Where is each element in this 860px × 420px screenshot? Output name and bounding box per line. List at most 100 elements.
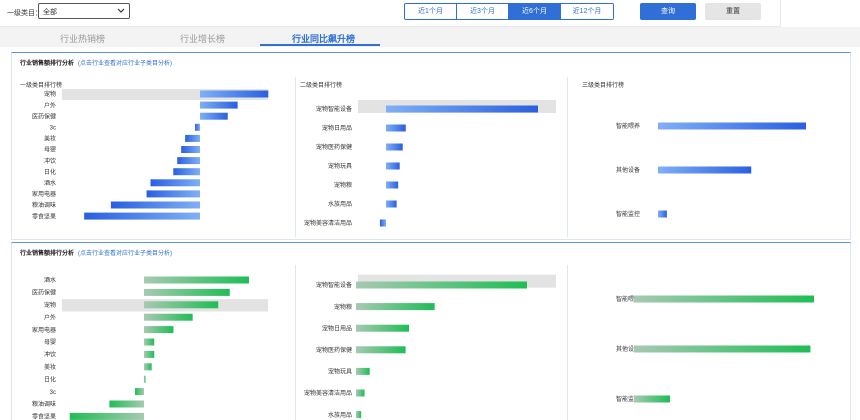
query-button[interactable]: 查询 <box>640 3 696 20</box>
category-label[interactable]: 母婴 <box>44 147 56 154</box>
section-hint-link[interactable]: (点击行业查看对应行业子类目分析) <box>78 61 172 67</box>
chart-bar[interactable] <box>144 313 193 321</box>
chevron-down-icon <box>117 8 125 13</box>
category-label[interactable]: 家用电器 <box>32 326 56 334</box>
category-label[interactable]: 宠物智能设备 <box>316 105 352 113</box>
chart-bar[interactable] <box>69 412 144 420</box>
tab-hot-sales[interactable]: 行业热销榜 <box>60 32 105 45</box>
time-range-6m[interactable]: 近6个月 <box>509 4 561 19</box>
chart-bar[interactable] <box>356 346 406 354</box>
category-label[interactable]: 零食坚果 <box>32 413 56 420</box>
category-label[interactable]: 宠物 <box>44 90 56 98</box>
chart-bar[interactable] <box>135 388 144 396</box>
category-label[interactable]: 宠物美容清洁用品 <box>304 219 352 227</box>
category-label[interactable]: 宠物粮 <box>334 181 352 189</box>
category-label[interactable]: 冲饮 <box>44 157 56 165</box>
category-label[interactable]: 医药保健 <box>32 112 56 120</box>
category-label[interactable]: 家用电器 <box>32 190 56 198</box>
category-label[interactable]: 酒水 <box>44 276 56 284</box>
chart-bar[interactable] <box>181 146 200 153</box>
category-label[interactable]: 水族用品 <box>328 411 352 419</box>
category-label[interactable]: 美妆 <box>44 135 56 143</box>
chart-bar[interactable] <box>144 375 146 383</box>
chart-bar[interactable] <box>658 122 806 130</box>
category-label[interactable]: 宠物美容清洁用品 <box>304 389 352 397</box>
category-label[interactable]: 美妆 <box>44 363 56 371</box>
category-label[interactable]: 医药保健 <box>32 289 56 297</box>
chart-bar[interactable] <box>84 212 200 220</box>
category-label[interactable]: 宠物粮 <box>334 303 352 311</box>
chart-bar[interactable] <box>173 168 200 176</box>
chart-bar[interactable] <box>356 324 410 332</box>
chart-bar[interactable] <box>144 338 155 346</box>
category-label[interactable]: 3c <box>50 126 56 132</box>
time-range-12m[interactable]: 近12个月 <box>561 4 613 19</box>
chart-bar[interactable] <box>634 295 814 303</box>
chart-bar[interactable] <box>144 288 230 296</box>
chart-bar[interactable] <box>658 166 752 174</box>
reset-button[interactable]: 重置 <box>705 3 761 20</box>
chart-bar[interactable] <box>200 90 269 98</box>
category-label[interactable]: 宠物玩具 <box>328 162 352 170</box>
category-label[interactable]: 智能喂养 <box>616 122 640 130</box>
chart-bar[interactable] <box>200 101 238 109</box>
chart-bar[interactable] <box>356 389 365 397</box>
category-label[interactable]: 宠物医药保健 <box>316 143 352 151</box>
category-label[interactable]: 3c <box>50 390 56 396</box>
category-label[interactable]: 母婴 <box>44 339 56 346</box>
chart-bar[interactable] <box>386 143 403 151</box>
chart-bar[interactable] <box>144 350 155 358</box>
chart-bar[interactable] <box>386 162 400 170</box>
ranking-tabs: 行业热销榜 行业增长榜 行业同比飙升榜 <box>0 27 860 47</box>
chart-bar[interactable] <box>379 219 386 227</box>
section-title: 行业销售额排行分析 (点击行业查看对应行业子类目分析) <box>20 248 172 257</box>
category-label[interactable]: 水族用品 <box>328 200 352 208</box>
chart-bar[interactable] <box>386 124 406 132</box>
chart-bar[interactable] <box>177 157 200 165</box>
chart-bar[interactable] <box>110 201 200 209</box>
chart-bar[interactable] <box>144 276 249 284</box>
chart-bar[interactable] <box>356 411 362 419</box>
chart-bar[interactable] <box>144 326 174 334</box>
section-hint-link[interactable]: (点击行业查看对应行业子类目分析) <box>78 251 172 257</box>
category-label[interactable]: 宠物日用品 <box>322 124 352 132</box>
ranking-panel-2: 宠物智能设备宠物粮宠物日用品宠物医药保健宠物玩具宠物美容清洁用品水族用品 <box>300 267 560 420</box>
category-label[interactable]: 其他设备 <box>616 166 640 174</box>
chart-bar[interactable] <box>146 190 200 198</box>
category-label[interactable]: 粮油调味 <box>32 201 56 209</box>
chart-bar[interactable] <box>386 105 538 113</box>
chart-bar[interactable] <box>658 210 667 218</box>
category-label[interactable]: 零食坚果 <box>32 212 56 220</box>
category-label[interactable]: 宠物玩具 <box>328 368 352 376</box>
category-label[interactable]: 宠物 <box>44 301 56 309</box>
category-label[interactable]: 户外 <box>44 101 56 109</box>
chart-bar[interactable] <box>634 395 670 403</box>
time-range-1m[interactable]: 近1个月 <box>405 4 457 19</box>
chart-bar[interactable] <box>386 200 397 208</box>
chart-bar[interactable] <box>356 303 435 311</box>
chart-bar[interactable] <box>144 301 219 309</box>
chart-bar[interactable] <box>356 367 370 375</box>
chart-bar[interactable] <box>634 345 811 353</box>
chart-bar[interactable] <box>185 134 200 142</box>
chart-bar[interactable] <box>195 123 200 131</box>
category-label[interactable]: 智能监控 <box>616 210 640 218</box>
category-label[interactable]: 户外 <box>44 313 56 321</box>
chart-bar[interactable] <box>150 179 201 187</box>
category-label[interactable]: 粮油调味 <box>32 400 56 408</box>
category-select[interactable]: 全部 <box>38 3 130 19</box>
category-label[interactable]: 日化 <box>44 168 56 176</box>
time-range-3m[interactable]: 近3个月 <box>457 4 509 19</box>
tab-growth[interactable]: 行业增长榜 <box>180 32 225 45</box>
chart-bar[interactable] <box>356 281 527 289</box>
category-label[interactable]: 宠物智能设备 <box>316 281 352 289</box>
category-label[interactable]: 酒水 <box>44 179 56 187</box>
category-label[interactable]: 日化 <box>44 375 56 383</box>
chart-bar[interactable] <box>109 400 144 408</box>
category-label[interactable]: 宠物日用品 <box>322 324 352 332</box>
chart-bar[interactable] <box>144 363 152 371</box>
chart-bar[interactable] <box>386 181 399 189</box>
chart-bar[interactable] <box>200 112 228 120</box>
category-label[interactable]: 冲饮 <box>44 351 56 359</box>
category-label[interactable]: 宠物医药保健 <box>316 346 352 354</box>
